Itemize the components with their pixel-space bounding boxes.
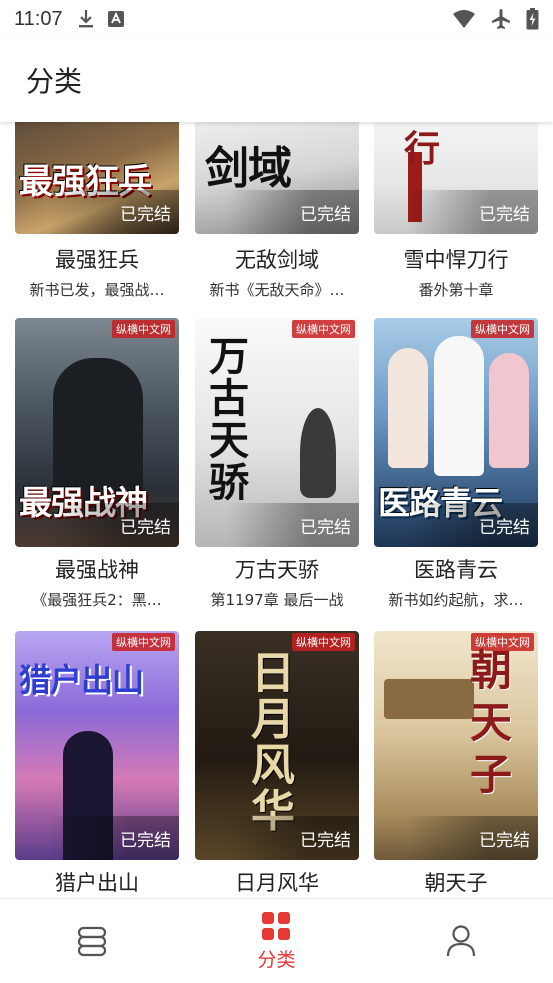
cover-figure (388, 348, 428, 468)
status-tag: 已完结 (195, 190, 359, 234)
nav-category-label: 分类 (257, 948, 296, 971)
book-grid[interactable]: 最强狂兵 已完结 最强狂兵 新书已发，最强战… 剑域 已完结 无敌剑域 新书《无… (0, 122, 553, 898)
page-title: 分类 (26, 65, 83, 98)
book-description: 新书《无敌天命》… (209, 281, 345, 299)
status-bar: 11:07 (0, 0, 553, 38)
cover-title-text: 朝天子 (470, 646, 512, 799)
cover-title-text: 猎户出山 (19, 661, 144, 699)
cover-figure (434, 336, 484, 476)
book-cover[interactable]: 剑域 已完结 (195, 122, 359, 234)
publisher-badge: 纵横中文网 (112, 320, 175, 338)
status-time: 11:07 (14, 7, 63, 30)
cover-title-text: 万古天骄 (209, 333, 249, 506)
publisher-badge: 纵横中文网 (292, 633, 355, 651)
battery-charging-icon (526, 8, 539, 30)
book-cover[interactable]: 行 已完结 (374, 122, 538, 234)
book-title: 日月风华 (235, 871, 319, 895)
status-tag: 已完结 (15, 190, 179, 234)
cover-title-text: 剑域 (205, 143, 292, 194)
status-tag: 已完结 (374, 816, 538, 860)
publisher-badge: 纵横中文网 (471, 320, 534, 338)
bottom-nav: 分类 (0, 898, 553, 983)
book-title: 猎户出山 (55, 871, 139, 895)
status-tag: 已完结 (15, 816, 179, 860)
book-cover[interactable]: 最强狂兵 已完结 (15, 122, 179, 234)
cover-title-text: 行 (404, 128, 440, 170)
publisher-badge: 纵横中文网 (112, 633, 175, 651)
book-title: 雪中悍刀行 (403, 248, 509, 272)
book-title: 最强狂兵 (55, 248, 139, 272)
user-icon (446, 925, 475, 957)
book-title: 医路青云 (414, 558, 498, 582)
cover-palace (384, 679, 474, 719)
book-title: 朝天子 (424, 871, 488, 895)
book-description: 第1197章 最后一战 (210, 591, 344, 609)
book-title: 最强战神 (55, 558, 139, 582)
book-cover[interactable]: 纵横中文网 万古天骄 已完结 (195, 318, 359, 547)
status-tag: 已完结 (195, 503, 359, 547)
status-tag: 已完结 (374, 503, 538, 547)
airplane-icon (492, 9, 510, 29)
category-grid-icon (262, 911, 291, 940)
cover-figure (489, 353, 529, 468)
book-title: 万古天骄 (235, 558, 319, 582)
book-description: 新书已发，最强战… (29, 281, 165, 299)
publisher-badge: 纵横中文网 (292, 320, 355, 338)
app-bar: 分类 (0, 38, 553, 122)
status-tag: 已完结 (195, 816, 359, 860)
app-notification-icon (107, 11, 124, 27)
book-description: 番外第十章 (418, 281, 494, 299)
nav-profile[interactable] (369, 899, 553, 983)
nav-bookshelf[interactable] (0, 899, 184, 983)
book-description: 《最强狂兵2：黑… (32, 591, 162, 609)
wifi-icon (453, 10, 475, 28)
book-cover[interactable]: 纵横中文网 猎户出山 已完结 (15, 631, 179, 860)
status-tag: 已完结 (15, 503, 179, 547)
book-cover[interactable]: 纵横中文网 医路青云 已完结 (374, 318, 538, 547)
book-cover[interactable]: 纵横中文网 最强战神 已完结 (15, 318, 179, 547)
cover-title-text: 日月风华 (251, 648, 295, 837)
cover-figure (300, 408, 336, 498)
nav-category[interactable]: 分类 (184, 899, 368, 983)
book-cover[interactable]: 纵横中文网 日月风华 已完结 (195, 631, 359, 860)
book-cover[interactable]: 纵横中文网 朝天子 已完结 (374, 631, 538, 860)
book-description: 新书如约起航，求… (388, 591, 524, 609)
download-icon (78, 10, 93, 28)
book-title: 无敌剑域 (235, 248, 319, 272)
bookshelf-icon (78, 926, 107, 957)
status-tag: 已完结 (374, 190, 538, 234)
